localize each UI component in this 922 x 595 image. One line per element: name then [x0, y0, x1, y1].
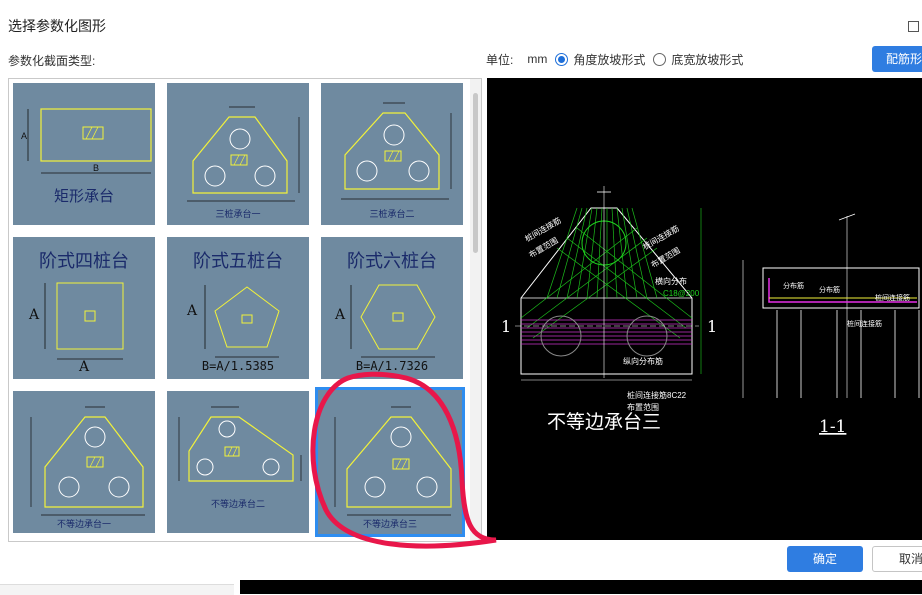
annot-dist-rebar-1: 分布筋 — [783, 281, 804, 290]
annot-vertical-dist: 纵向分布筋 — [623, 356, 663, 366]
dim-b-label: B=A/1.7326 — [355, 359, 429, 373]
background-window — [0, 580, 922, 595]
shape-tile-step-five-pile[interactable]: 阶式五桩台 A B=A/1.5385 — [167, 237, 309, 379]
cut-mark-left: 1 — [501, 317, 511, 336]
svg-text:B: B — [93, 163, 99, 173]
annot-cross-dist: 横向分布 — [655, 276, 687, 286]
shape-tile-unequal-cap-2[interactable]: 不等边承台二 — [167, 391, 309, 533]
preview-title: 不等边承台三 — [547, 411, 661, 433]
unit-value: mm — [527, 52, 548, 66]
radio-unchecked-icon[interactable] — [653, 52, 667, 66]
annot-pile-rebar-top: 桩间连接筋 — [875, 293, 910, 302]
unequal-cap-2-thumbnail — [178, 406, 302, 482]
shape-label: 三桩承台一 — [215, 209, 261, 219]
rebar-shape-button[interactable]: 配筋形 — [872, 46, 922, 72]
shape-tile-step-six-pile[interactable]: 阶式六桩台 A B=A/1.7326 — [321, 237, 463, 379]
radio-checked-icon[interactable] — [555, 52, 569, 66]
section-type-label: 参数化截面类型: — [8, 54, 96, 68]
dim-b-label: B=A/1.5385 — [201, 359, 275, 373]
background-panel — [0, 584, 234, 595]
shape-tile-unequal-cap-1[interactable]: 不等边承台一 — [13, 391, 155, 533]
dim-a-label: A — [29, 307, 40, 323]
three-pile-1-thumbnail — [187, 106, 300, 202]
dim-a-label: A — [187, 303, 198, 319]
gallery-scroll-thumb[interactable] — [473, 93, 478, 253]
radio-angle-slope[interactable]: 角度放坡形式 — [555, 51, 645, 68]
shape-tile-step-four-pile[interactable]: 阶式四桩台 A A — [13, 237, 155, 379]
shape-tile-rect-cap[interactable]: A B 矩形承台 — [13, 83, 155, 225]
shape-label: 矩形承台 — [53, 187, 114, 205]
cut-mark-right: 1 — [707, 317, 717, 336]
shape-label: 三桩承台二 — [369, 209, 415, 219]
three-pile-2-thumbnail — [341, 102, 452, 200]
shape-tile-unequal-cap-3[interactable]: 不等边承台三 — [315, 387, 465, 537]
ok-button[interactable]: 确定 — [787, 546, 863, 572]
unequal-cap-1-thumbnail — [30, 406, 145, 516]
radio-bottom-width-label: 底宽放坡形式 — [671, 52, 744, 67]
annot-rebar-spec: C18@200 — [663, 289, 700, 298]
unit-bar: 单位: mm 角度放坡形式 底宽放坡形式 — [486, 50, 743, 68]
cad-preview: 1 1 桩间连接筋 布置范围 桩间连接筋 布置范围 横向分布 C18@200 纵… — [487, 78, 922, 540]
shape-tile-three-pile-1[interactable]: 三桩承台一 — [167, 83, 309, 225]
dialog-title: 选择参数化图形 — [8, 18, 106, 34]
unit-label: 单位: — [486, 52, 514, 67]
section-title: 1-1 — [819, 417, 846, 437]
annot-pile-rebar-section: 桩间连接筋 — [847, 319, 882, 328]
unequal-cap-3-thumbnail — [334, 406, 452, 516]
annot-rebar-spec2: 桩间连接筋8C22 — [627, 390, 687, 400]
annot-dist-rebar-2: 分布筋 — [819, 285, 840, 294]
shape-label: 不等边承台一 — [56, 519, 111, 529]
shape-label: 不等边承台二 — [210, 499, 265, 509]
shape-tile-three-pile-2[interactable]: 三桩承台二 — [321, 83, 463, 225]
gallery-scrollbar[interactable] — [470, 79, 481, 541]
dim-b-label: A — [78, 359, 90, 375]
preview-drawing: 1 1 桩间连接筋 布置范围 桩间连接筋 布置范围 横向分布 C18@200 纵… — [501, 186, 920, 437]
radio-bottom-width-slope[interactable]: 底宽放坡形式 — [653, 51, 743, 68]
svg-text:A: A — [21, 131, 27, 141]
dialog-titlebar: 选择参数化图形 — [0, 0, 922, 40]
background-cad-canvas — [240, 580, 922, 594]
dim-a-label: A — [335, 307, 346, 323]
shape-label: 不等边承台三 — [362, 519, 417, 529]
shape-gallery: A B 矩形承台 三桩承台一 三桩承台二 阶式四桩台 A A 阶式五桩台 A B… — [8, 78, 482, 542]
cancel-button[interactable]: 取消 — [872, 546, 922, 572]
radio-angle-label: 角度放坡形式 — [573, 52, 646, 67]
maximize-icon[interactable] — [908, 21, 919, 32]
